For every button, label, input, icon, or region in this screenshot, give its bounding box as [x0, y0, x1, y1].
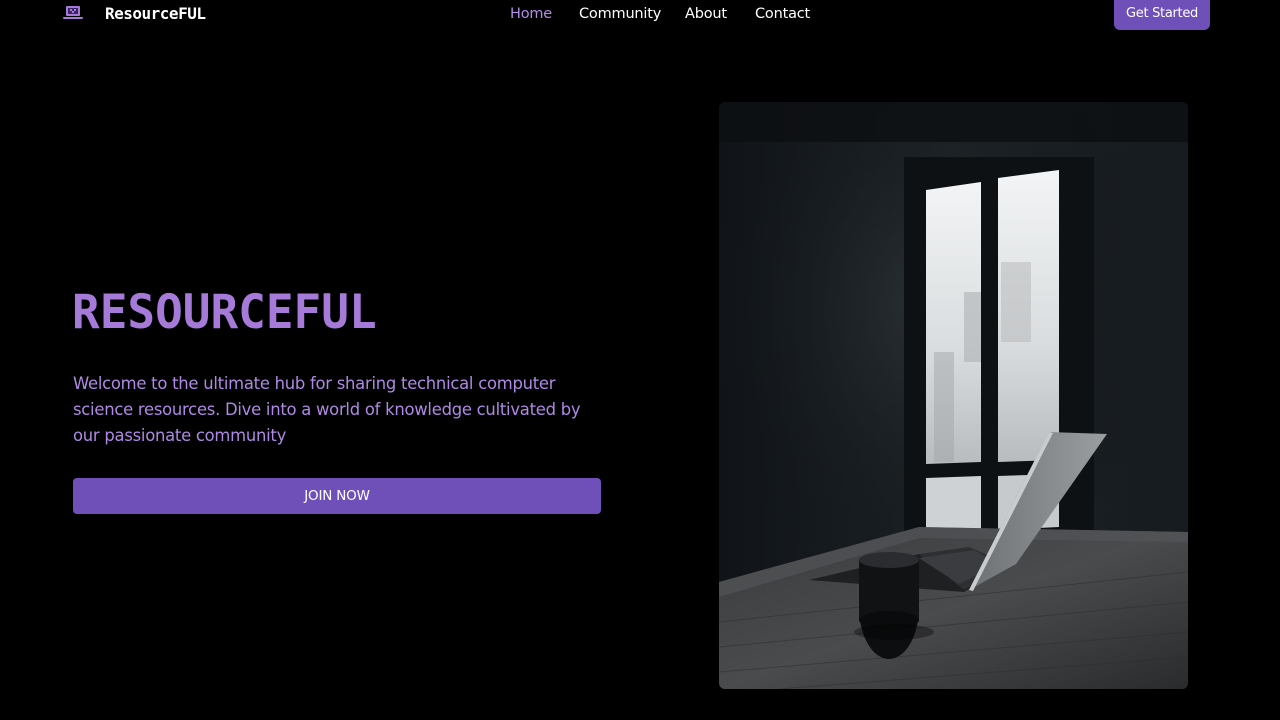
join-now-button[interactable]: JOIN NOW [73, 478, 601, 514]
nav-home[interactable]: Home [510, 4, 552, 24]
nav-contact[interactable]: Contact [755, 4, 810, 24]
laptop-icon [63, 6, 83, 19]
hero-title: RESOURCEFUL [72, 284, 377, 340]
page: ResourceFUL Home Community About Contact… [0, 0, 1280, 720]
laptop-on-desk-illustration [719, 102, 1188, 689]
nav-about[interactable]: About [685, 4, 727, 24]
nav-community[interactable]: Community [579, 4, 661, 24]
logo-link[interactable]: ResourceFUL [62, 2, 206, 23]
hero-image [719, 102, 1188, 689]
logo-text: ResourceFUL [105, 4, 206, 23]
get-started-button[interactable]: Get Started [1114, 0, 1210, 30]
hero-description: Welcome to the ultimate hub for sharing … [73, 374, 581, 445]
